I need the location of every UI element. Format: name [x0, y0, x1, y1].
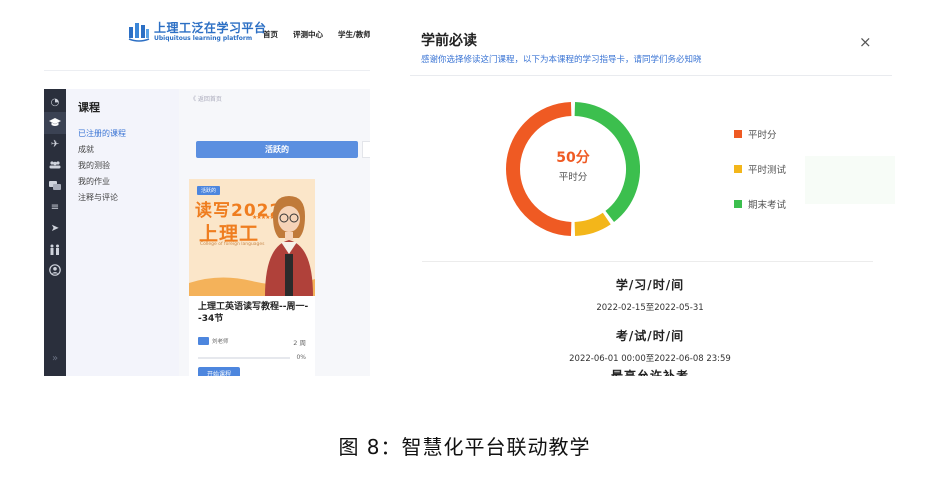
logo-icon: [128, 23, 150, 42]
legend-swatch: [734, 130, 742, 138]
nav-home[interactable]: 首页: [263, 29, 278, 40]
legend-swatch: [734, 200, 742, 208]
sidebar-item-registered-courses[interactable]: 已注册的课程: [78, 128, 126, 139]
course-list-area: 《 返回首页 活跃的 活跃的 读写2022 ★★★★★ 上理工 College …: [179, 89, 370, 376]
teacher-illustration: [265, 196, 313, 296]
legend-item-regular[interactable]: 平时分: [734, 128, 777, 141]
modal-title: 学前必读: [421, 33, 477, 49]
course-cover-image: 活跃的 读写2022 ★★★★★ 上理工 College of foreign …: [189, 179, 315, 296]
legend-swatch: [734, 165, 742, 173]
status-badge: 活跃的: [197, 186, 221, 195]
exam-time-value: 2022-06-01 00:00至2022-06-08 23:59: [569, 354, 731, 364]
sidebar-title: 课程: [78, 101, 100, 114]
course-portal-screenshot: 上理工泛在学习平台 Ubiquitous learning platform 首…: [44, 13, 370, 376]
section-divider: [422, 261, 873, 262]
top-header: 上理工泛在学习平台 Ubiquitous learning platform 首…: [44, 13, 370, 71]
teacher-avatar: [198, 337, 209, 345]
modal-subtitle: 感谢你选择修读这门课程，以下为本课程的学习指导卡，请同学们务必知晓: [421, 55, 702, 65]
logo-subtitle: Ubiquitous learning platform: [154, 35, 253, 42]
breadcrumb[interactable]: 《 返回首页: [190, 94, 222, 103]
legend-item-final[interactable]: 期末考试: [734, 198, 787, 211]
legend-highlight: [805, 156, 895, 204]
modal-divider: [410, 75, 892, 76]
plane-icon[interactable]: ✈: [44, 133, 66, 155]
close-icon[interactable]: ×: [859, 33, 872, 51]
donut-center-value: 50分: [556, 150, 590, 166]
send-icon[interactable]: ➤: [44, 217, 66, 239]
sidebar-item-my-assignments[interactable]: 我的作业: [78, 176, 110, 187]
start-course-button[interactable]: 开始课程: [198, 367, 240, 376]
people-icon[interactable]: [44, 154, 66, 176]
exam-time-heading: 考/试/时/间: [615, 329, 685, 343]
chat-icon[interactable]: [44, 175, 66, 197]
logo-text: 上理工泛在学习平台: [154, 21, 267, 35]
legend-label: 平时测试: [748, 165, 787, 176]
dashboard-icon[interactable]: ◔: [44, 91, 66, 113]
list-icon[interactable]: ≡: [44, 196, 66, 218]
double-chevron-icon[interactable]: »: [44, 347, 66, 369]
nav-assessment-center[interactable]: 评测中心: [293, 29, 323, 40]
nav-student-teacher[interactable]: 学生/教师: [338, 29, 370, 40]
sidebar-item-my-quizzes[interactable]: 我的测验: [78, 160, 110, 171]
study-time-value: 2022-02-15至2022-05-31: [596, 303, 704, 313]
legend-label: 平时分: [748, 130, 777, 141]
makeup-exam-heading: 最高允许补考: [610, 369, 689, 376]
progress-percent: 0%: [296, 354, 306, 361]
legend-label: 期末考试: [748, 200, 787, 211]
figure-caption: 图 8：智慧化平台联动教学: [338, 435, 591, 459]
cover-subtitle: College of foreign languages: [200, 242, 265, 247]
donut-slice-平时测试[interactable]: [574, 212, 611, 236]
sidebar-item-achievements[interactable]: 成就: [78, 144, 94, 155]
progress-bar: [198, 357, 290, 359]
course-weeks: 2 周: [293, 339, 306, 347]
tab-active[interactable]: 活跃的: [196, 141, 358, 158]
study-time-heading: 学/习/时/间: [615, 278, 685, 292]
course-title[interactable]: 上理工英语读写教程--周一--34节: [198, 301, 310, 325]
course-sidebar: 课程 已注册的课程 成就 我的测验 我的作业 注释与评论: [66, 89, 179, 376]
pre-study-modal: 学前必读 × 感谢你选择修读这门课程，以下为本课程的学习指导卡，请同学们务必知晓…: [405, 13, 895, 376]
icon-sidebar: ◔ ✈ ≡ ➤ »: [44, 89, 66, 376]
tab-next[interactable]: [362, 141, 370, 158]
teacher-name: 刘老师: [212, 339, 229, 345]
donut-center-caption: 平时分: [558, 172, 588, 183]
sidebar-item-notes-comments[interactable]: 注释与评论: [78, 192, 118, 203]
course-card[interactable]: 活跃的 读写2022 ★★★★★ 上理工 College of foreign …: [189, 179, 315, 376]
legend-item-quiz[interactable]: 平时测试: [734, 163, 787, 176]
user-circle-icon[interactable]: [44, 259, 66, 281]
graduation-cap-icon[interactable]: [44, 112, 66, 134]
family-icon[interactable]: [44, 238, 66, 260]
